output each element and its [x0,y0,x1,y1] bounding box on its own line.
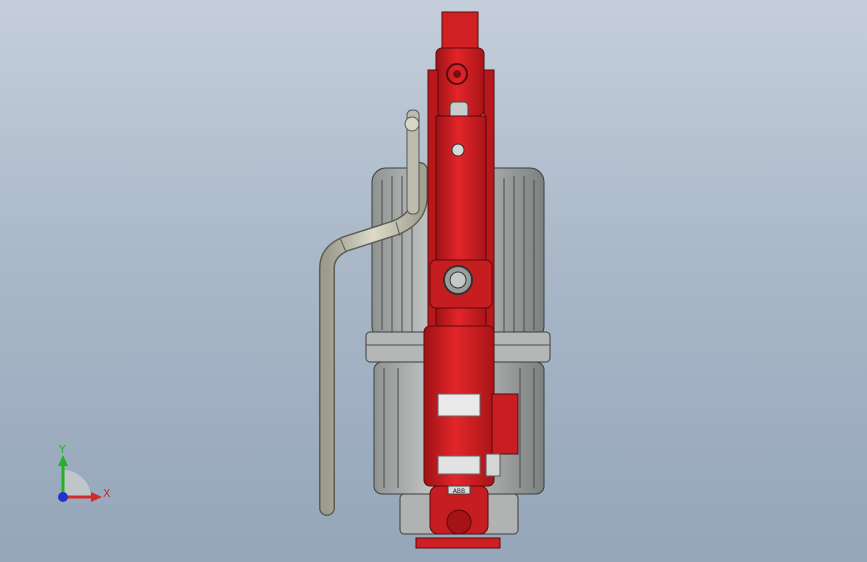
x-axis-arrow-icon [91,492,102,502]
view-orientation-triad: Y X [58,443,111,502]
y-axis-arrow-icon [58,455,68,466]
robot-arm-model[interactable]: ABB [0,0,867,562]
y-axis-label: Y [58,443,66,456]
base-plate-text: ABB [453,488,465,495]
z-axis-icon [58,492,68,502]
3d-viewport[interactable]: ABB Y X [0,0,867,562]
x-axis-label: X [103,487,111,500]
